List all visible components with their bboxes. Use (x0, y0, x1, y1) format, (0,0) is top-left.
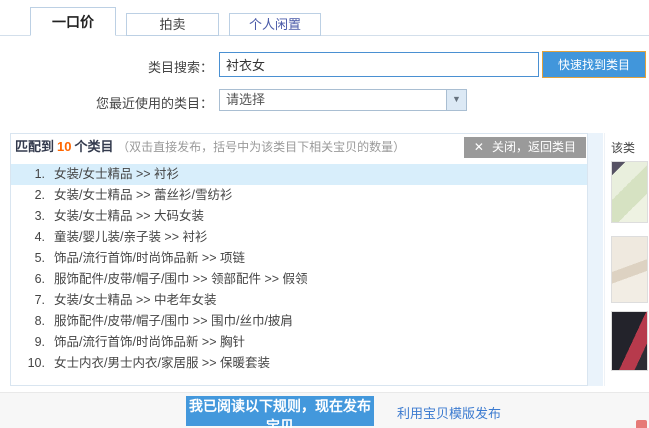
green-shirt-thumbnail[interactable] (611, 161, 648, 223)
recent-category-value: 请选择 (226, 92, 265, 107)
use-template-link[interactable]: 利用宝贝模版发布 (397, 403, 501, 422)
matched-count: 10 (54, 139, 74, 154)
panel-gap-strip (588, 133, 603, 386)
close-label: 关闭，返回类目 (492, 140, 576, 154)
category-search-input[interactable] (219, 52, 539, 77)
matched-categories-panel: 匹配到10个类目 （双击直接发布，括号中为该类目下相关宝贝的数量） ✕ 关闭，返回… (10, 133, 588, 386)
category-item-4[interactable]: 4. 童装/婴儿装/亲子装 >> 衬衫 (11, 227, 587, 248)
publish-now-button[interactable]: 我已阅读以下规则，现在发布宝贝 (186, 396, 374, 426)
category-item-8[interactable]: 8. 服饰配件/皮带/帽子/围巾 >> 围巾/丝巾/披肩 (11, 311, 587, 332)
category-preview-panel: 该类 (604, 133, 649, 386)
quick-find-category-button[interactable]: 快速找到类目 (542, 51, 646, 78)
chevron-down-icon[interactable]: ▼ (446, 90, 466, 110)
close-return-category-button[interactable]: ✕ 关闭，返回类目 (464, 137, 586, 158)
tab-auction[interactable]: 拍卖 (126, 13, 219, 36)
category-item-3[interactable]: 3. 女装/女士精品 >> 大码女装 (11, 206, 587, 227)
footer-bar: 我已阅读以下规则，现在发布宝贝 利用宝贝模版发布 (0, 392, 649, 428)
matched-categories-header: 匹配到10个类目 （双击直接发布，括号中为该类目下相关宝贝的数量） ✕ 关闭，返回… (11, 134, 587, 162)
beige-item-thumbnail[interactable] (611, 236, 648, 303)
recent-category-select[interactable]: 请选择 ▼ (219, 89, 467, 111)
listing-type-tabbar: 一口价 拍卖 个人闲置 (0, 0, 649, 36)
matched-suffix: 个类目 (74, 139, 113, 154)
category-item-10[interactable]: 10. 女士内衣/男士内衣/家居服 >> 保暖套装 (11, 353, 587, 374)
publish-item-page: 一口价 拍卖 个人闲置 类目搜索： 快速找到类目 您最近使用的类目： 请选择 ▼… (0, 0, 649, 428)
dark-red-lace-thumbnail[interactable] (611, 311, 648, 371)
preview-panel-title: 该类 (611, 139, 649, 156)
matched-prefix: 匹配到 (15, 139, 54, 154)
category-item-6[interactable]: 6. 服饰配件/皮带/帽子/围巾 >> 领部配件 >> 假领 (11, 269, 587, 290)
tab-fixed-price[interactable]: 一口价 (30, 7, 116, 36)
tab-personal-secondhand[interactable]: 个人闲置 (229, 13, 321, 36)
category-item-5[interactable]: 5. 饰品/流行首饰/时尚饰品新 >> 项链 (11, 248, 587, 269)
close-icon: ✕ (474, 140, 484, 154)
category-item-9[interactable]: 9. 饰品/流行首饰/时尚饰品新 >> 胸针 (11, 332, 587, 353)
matched-category-list: 1. 女装/女士精品 >> 衬衫 2. 女装/女士精品 >> 蕾丝衫/雪纺衫 3… (11, 164, 587, 374)
category-search-label: 类目搜索： (8, 57, 213, 76)
category-item-2[interactable]: 2. 女装/女士精品 >> 蕾丝衫/雪纺衫 (11, 185, 587, 206)
corner-red-fragment (636, 420, 647, 428)
category-item-7[interactable]: 7. 女装/女士精品 >> 中老年女装 (11, 290, 587, 311)
recent-category-label: 您最近使用的类目： (8, 93, 213, 112)
matched-hint: （双击直接发布，括号中为该类目下相关宝贝的数量） (117, 140, 405, 154)
category-item-1[interactable]: 1. 女装/女士精品 >> 衬衫 (11, 164, 587, 185)
